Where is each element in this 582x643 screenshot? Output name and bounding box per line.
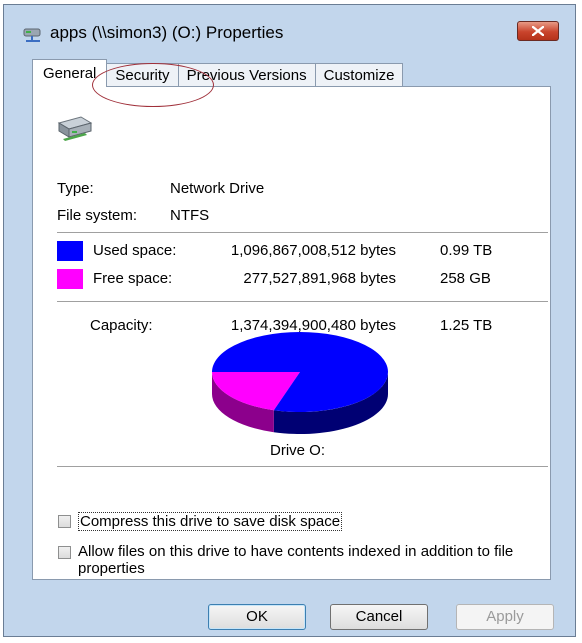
type-label: Type: (57, 180, 94, 197)
close-icon (532, 26, 544, 36)
file-system-label: File system: (57, 207, 138, 224)
ok-button[interactable]: OK (208, 604, 306, 630)
free-space-bytes: 277,527,891,968 bytes (243, 270, 396, 287)
capacity-size: 1.25 TB (440, 317, 493, 334)
free-space-label: Free space: (93, 270, 173, 287)
drive-label: Drive O: (270, 442, 326, 459)
separator (57, 301, 548, 303)
compress-checkbox-label[interactable]: Compress this drive to save disk space (78, 512, 343, 531)
free-space-swatch (57, 269, 83, 289)
apply-button[interactable]: Apply (456, 604, 554, 630)
separator (57, 466, 548, 468)
drive-icon (55, 113, 95, 147)
cancel-button[interactable]: Cancel (330, 604, 428, 630)
used-space-label: Used space: (93, 242, 177, 259)
network-drive-icon (22, 25, 44, 43)
file-system-value: NTFS (170, 207, 210, 224)
close-button[interactable] (517, 21, 559, 41)
used-space-bytes: 1,096,867,008,512 bytes (230, 242, 396, 259)
free-space-size: 258 GB (440, 270, 491, 287)
separator (57, 232, 548, 234)
compress-checkbox[interactable] (58, 515, 71, 528)
general-tab-panel: Type: Network Drive File system: NTFS Us… (32, 86, 551, 580)
title-bar: apps (\\simon3) (O:) Properties (4, 5, 575, 55)
index-checkbox-label[interactable]: Allow files on this drive to have conten… (78, 543, 538, 577)
capacity-label: Capacity: (90, 317, 153, 334)
index-checkbox[interactable] (58, 546, 71, 559)
type-value: Network Drive (170, 180, 265, 197)
disk-usage-pie-chart (212, 332, 388, 434)
used-space-swatch (57, 241, 83, 261)
used-space-size: 0.99 TB (440, 242, 493, 259)
tab-strip: General Security Previous Versions Custo… (32, 59, 404, 87)
window-title: apps (\\simon3) (O:) Properties (50, 23, 284, 42)
tab-customize[interactable]: Customize (314, 63, 404, 87)
properties-dialog: apps (\\simon3) (O:) Properties General … (3, 4, 576, 637)
security-tab-highlight (92, 63, 214, 107)
